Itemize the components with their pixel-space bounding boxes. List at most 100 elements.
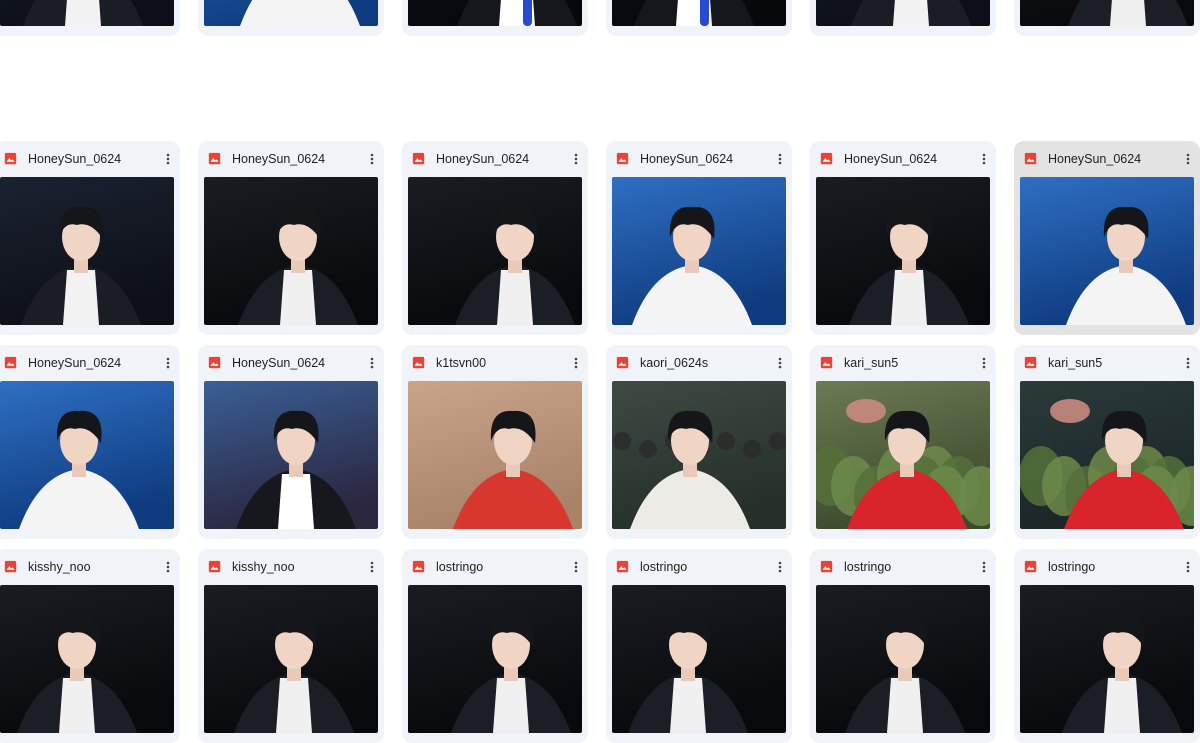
file-card-header: HoneySun_0624 bbox=[198, 141, 384, 177]
file-grid: HoneySun_0624 HoneySun_0624 HoneySun_0624 H… bbox=[0, 0, 1200, 743]
more-options-icon[interactable] bbox=[1178, 557, 1198, 577]
image-thumbnail[interactable] bbox=[408, 381, 582, 529]
more-options-icon[interactable] bbox=[770, 557, 790, 577]
image-thumbnail[interactable] bbox=[0, 0, 174, 26]
image-thumbnail[interactable] bbox=[204, 0, 378, 26]
file-card[interactable]: HoneySun_0624 bbox=[402, 141, 588, 335]
image-thumbnail[interactable] bbox=[1020, 177, 1194, 325]
image-thumbnail[interactable] bbox=[408, 585, 582, 733]
image-file-icon bbox=[208, 560, 221, 573]
file-name: HoneySun_0624 bbox=[844, 152, 938, 166]
file-card[interactable]: lostringo bbox=[606, 549, 792, 743]
image-file-icon bbox=[4, 560, 17, 573]
image-file-icon bbox=[820, 356, 833, 369]
image-thumbnail[interactable] bbox=[816, 177, 990, 325]
file-card[interactable] bbox=[402, 0, 588, 36]
file-name: HoneySun_0624 bbox=[1048, 152, 1142, 166]
image-thumbnail[interactable] bbox=[612, 0, 786, 26]
more-options-icon[interactable] bbox=[566, 149, 586, 169]
file-card[interactable]: k1tsvn00 bbox=[402, 345, 588, 539]
image-thumbnail[interactable] bbox=[204, 177, 378, 325]
file-card-header: HoneySun_0624 bbox=[0, 345, 180, 381]
image-thumbnail[interactable] bbox=[1020, 585, 1194, 733]
image-thumbnail[interactable] bbox=[408, 177, 582, 325]
file-card[interactable]: HoneySun_0624 bbox=[198, 345, 384, 539]
file-name: lostringo bbox=[436, 560, 484, 574]
file-card[interactable] bbox=[198, 0, 384, 36]
file-name: HoneySun_0624 bbox=[28, 152, 122, 166]
file-name: lostringo bbox=[844, 560, 892, 574]
file-card[interactable]: lostringo bbox=[1014, 549, 1200, 743]
image-thumbnail[interactable] bbox=[408, 0, 582, 26]
more-options-icon[interactable] bbox=[1178, 353, 1198, 373]
more-options-icon[interactable] bbox=[974, 149, 994, 169]
file-card[interactable]: kari_sun5 bbox=[810, 345, 996, 539]
image-thumbnail[interactable] bbox=[612, 381, 786, 529]
file-card[interactable]: HoneySun_0624 bbox=[0, 345, 180, 539]
image-file-icon bbox=[412, 560, 425, 573]
file-card[interactable]: kaori_0624s bbox=[606, 345, 792, 539]
image-thumbnail[interactable] bbox=[612, 177, 786, 325]
more-options-icon[interactable] bbox=[158, 149, 178, 169]
file-card[interactable]: kisshy_noo bbox=[198, 549, 384, 743]
file-card[interactable]: HoneySun_0624 bbox=[810, 141, 996, 335]
image-file-icon bbox=[820, 560, 833, 573]
more-options-icon[interactable] bbox=[362, 149, 382, 169]
more-options-icon[interactable] bbox=[770, 149, 790, 169]
file-card[interactable] bbox=[606, 0, 792, 36]
image-file-icon bbox=[412, 356, 425, 369]
image-thumbnail[interactable] bbox=[612, 585, 786, 733]
more-options-icon[interactable] bbox=[362, 557, 382, 577]
more-options-icon[interactable] bbox=[974, 353, 994, 373]
file-card[interactable]: lostringo bbox=[402, 549, 588, 743]
file-name: kari_sun5 bbox=[1048, 356, 1103, 370]
image-thumbnail[interactable] bbox=[204, 585, 378, 733]
image-thumbnail[interactable] bbox=[0, 177, 174, 325]
file-card-header: HoneySun_0624 bbox=[606, 141, 792, 177]
file-card-header: kari_sun5 bbox=[810, 345, 996, 381]
file-card[interactable]: lostringo bbox=[810, 549, 996, 743]
image-thumbnail[interactable] bbox=[0, 381, 174, 529]
file-card[interactable]: kisshy_noo bbox=[0, 549, 180, 743]
image-file-icon bbox=[820, 152, 833, 165]
file-card[interactable]: kari_sun5 bbox=[1014, 345, 1200, 539]
more-options-icon[interactable] bbox=[1178, 149, 1198, 169]
more-options-icon[interactable] bbox=[362, 353, 382, 373]
file-card-header: lostringo bbox=[1014, 549, 1200, 585]
image-thumbnail[interactable] bbox=[204, 381, 378, 529]
file-card[interactable]: HoneySun_0624 bbox=[606, 141, 792, 335]
more-options-icon[interactable] bbox=[974, 557, 994, 577]
image-file-icon bbox=[4, 356, 17, 369]
image-file-icon bbox=[616, 560, 629, 573]
image-thumbnail[interactable] bbox=[816, 585, 990, 733]
file-name: kisshy_noo bbox=[28, 560, 91, 574]
more-options-icon[interactable] bbox=[158, 353, 178, 373]
file-card-header: kisshy_noo bbox=[0, 549, 180, 585]
file-card[interactable]: HoneySun_0624 bbox=[0, 141, 180, 335]
image-thumbnail[interactable] bbox=[1020, 381, 1194, 529]
file-name: lostringo bbox=[1048, 560, 1096, 574]
more-options-icon[interactable] bbox=[566, 353, 586, 373]
image-thumbnail[interactable] bbox=[0, 585, 174, 733]
image-file-icon bbox=[616, 152, 629, 165]
file-card[interactable] bbox=[1014, 0, 1200, 36]
file-card-header: lostringo bbox=[606, 549, 792, 585]
file-name: HoneySun_0624 bbox=[640, 152, 734, 166]
file-card[interactable] bbox=[0, 0, 180, 36]
file-name: lostringo bbox=[640, 560, 688, 574]
more-options-icon[interactable] bbox=[770, 353, 790, 373]
image-thumbnail[interactable] bbox=[816, 0, 990, 26]
file-card-header: kisshy_noo bbox=[198, 549, 384, 585]
file-card-header: HoneySun_0624 bbox=[198, 345, 384, 381]
image-thumbnail[interactable] bbox=[1020, 0, 1194, 26]
file-name: k1tsvn00 bbox=[436, 356, 487, 370]
file-card[interactable]: HoneySun_0624 bbox=[1014, 141, 1200, 335]
more-options-icon[interactable] bbox=[566, 557, 586, 577]
file-card[interactable]: HoneySun_0624 bbox=[198, 141, 384, 335]
file-card[interactable] bbox=[810, 0, 996, 36]
more-options-icon[interactable] bbox=[158, 557, 178, 577]
image-thumbnail[interactable] bbox=[816, 381, 990, 529]
file-card-header: HoneySun_0624 bbox=[1014, 141, 1200, 177]
file-card-header: HoneySun_0624 bbox=[0, 141, 180, 177]
file-card-header: k1tsvn00 bbox=[402, 345, 588, 381]
